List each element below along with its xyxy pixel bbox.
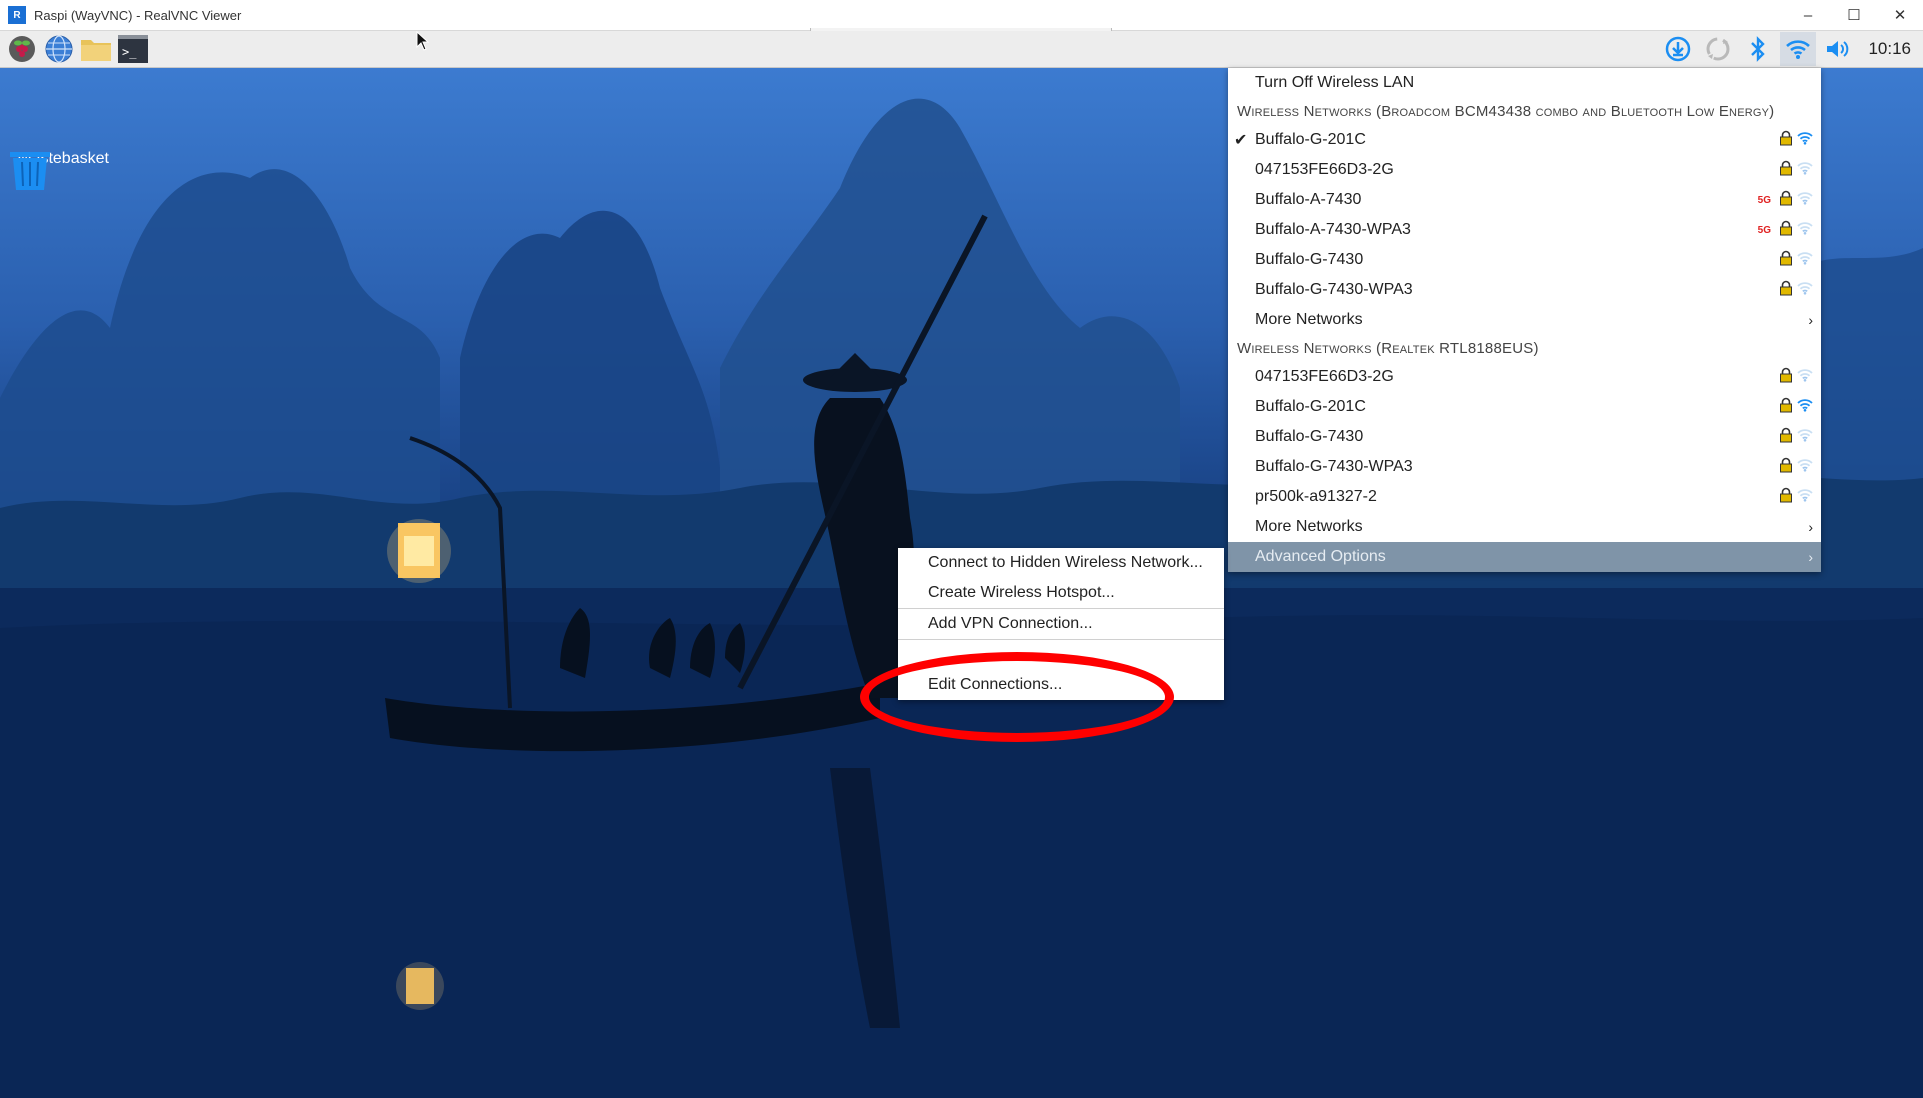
- wifi-icon[interactable]: [1780, 32, 1817, 66]
- chevron-right-icon: ›: [1808, 312, 1813, 328]
- network-ssid: 047153FE66D3-2G: [1255, 161, 1394, 178]
- create-hotspot-item[interactable]: Create Wireless Hotspot...: [898, 578, 1224, 608]
- menu-item-label: Add VPN Connection...: [928, 615, 1093, 632]
- terminal-icon[interactable]: >_: [117, 33, 149, 65]
- raspberry-menu-icon[interactable]: [6, 33, 38, 65]
- network-item[interactable]: Buffalo-G-7430-WPA3: [1228, 452, 1821, 482]
- wifi-signal-icon: [1797, 458, 1813, 477]
- network-item[interactable]: Buffalo-A-7430 5G: [1228, 185, 1821, 215]
- menu-item-label: Turn Off Wireless LAN: [1255, 74, 1415, 91]
- maximize-button[interactable]: ☐: [1831, 0, 1877, 30]
- lock-icon: [1779, 427, 1793, 448]
- menu-item-label: More Networks: [1255, 311, 1363, 328]
- realvnc-app-icon: R: [8, 6, 26, 24]
- network-item[interactable]: pr500k-a91327-2: [1228, 482, 1821, 512]
- wifi-signal-icon: [1797, 221, 1813, 240]
- wifi-signal-icon: [1797, 161, 1813, 180]
- network-ssid: Buffalo-G-201C: [1255, 398, 1366, 415]
- wastebasket-desktop-icon[interactable]: Wastebasket: [8, 150, 118, 190]
- wifi-signal-icon: [1797, 191, 1813, 210]
- band-5g-badge: 5G: [1757, 224, 1771, 236]
- lock-icon: [1779, 190, 1793, 211]
- chevron-right-icon: ›: [1808, 519, 1813, 535]
- turn-off-wireless-item[interactable]: Turn Off Wireless LAN: [1228, 68, 1821, 98]
- network-ssid: 047153FE66D3-2G: [1255, 368, 1394, 385]
- menu-item-label: More Networks: [1255, 518, 1363, 535]
- advanced-options-item[interactable]: Advanced Options ›: [1228, 542, 1821, 572]
- section-header-realtek: Wireless Networks (Realtek RTL8188EUS): [1237, 340, 1539, 357]
- menu-item-label: Create Wireless Hotspot...: [928, 584, 1115, 601]
- wifi-signal-icon: [1797, 488, 1813, 507]
- window-controls: – ☐ ✕: [1785, 0, 1923, 30]
- more-networks-item[interactable]: More Networks ›: [1228, 512, 1821, 542]
- checkmark-icon: ✔: [1234, 132, 1248, 149]
- lock-icon: [1779, 250, 1793, 271]
- section-header-broadcom: Wireless Networks (Broadcom BCM43438 com…: [1237, 103, 1775, 120]
- wifi-signal-icon: [1797, 251, 1813, 270]
- network-ssid: Buffalo-G-7430: [1255, 428, 1364, 445]
- network-ssid: Buffalo-A-7430-WPA3: [1255, 221, 1411, 238]
- wifi-dropdown-menu: Turn Off Wireless LAN Wireless Networks …: [1228, 68, 1821, 572]
- lock-icon: [1779, 220, 1793, 241]
- chevron-right-icon: ›: [1808, 549, 1813, 565]
- network-ssid: pr500k-a91327-2: [1255, 488, 1377, 505]
- add-vpn-item[interactable]: Add VPN Connection...: [898, 609, 1224, 639]
- lock-icon: [1779, 130, 1793, 151]
- updates-icon[interactable]: [1660, 32, 1696, 66]
- lock-icon: [1779, 397, 1793, 418]
- clock[interactable]: 10:16: [1868, 39, 1911, 59]
- network-item[interactable]: Buffalo-G-201C: [1228, 392, 1821, 422]
- band-5g-badge: 5G: [1757, 194, 1771, 206]
- network-item[interactable]: ✔ Buffalo-G-201C: [1228, 125, 1821, 155]
- bluetooth-icon[interactable]: [1740, 32, 1776, 66]
- web-browser-icon[interactable]: [43, 33, 75, 65]
- lock-icon: [1779, 367, 1793, 388]
- network-ssid: Buffalo-G-201C: [1255, 131, 1366, 148]
- network-ssid: Buffalo-G-7430: [1255, 251, 1364, 268]
- trash-icon: [10, 152, 50, 190]
- window-titlebar: R Raspi (WayVNC) - RealVNC Viewer – ☐ ✕: [0, 0, 1923, 31]
- wifi-signal-icon: [1797, 398, 1813, 417]
- connect-hidden-network-item[interactable]: Connect to Hidden Wireless Network...: [898, 548, 1224, 578]
- sync-icon[interactable]: [1700, 32, 1736, 66]
- network-item[interactable]: Buffalo-G-7430: [1228, 245, 1821, 275]
- wifi-signal-icon: [1797, 131, 1813, 150]
- close-button[interactable]: ✕: [1877, 0, 1923, 30]
- red-annotation-circle: [860, 652, 1174, 742]
- minimize-button[interactable]: –: [1785, 0, 1831, 30]
- lock-icon: [1779, 457, 1793, 478]
- wifi-signal-icon: [1797, 428, 1813, 447]
- terminal-prompt-glyph: >_: [122, 45, 137, 59]
- lock-icon: [1779, 160, 1793, 181]
- network-item[interactable]: Buffalo-A-7430-WPA3 5G: [1228, 215, 1821, 245]
- more-networks-item[interactable]: More Networks ›: [1228, 305, 1821, 335]
- wifi-signal-icon: [1797, 368, 1813, 387]
- network-item[interactable]: 047153FE66D3-2G: [1228, 362, 1821, 392]
- network-ssid: Buffalo-G-7430-WPA3: [1255, 458, 1413, 475]
- window-title: Raspi (WayVNC) - RealVNC Viewer: [34, 7, 242, 23]
- network-ssid: Buffalo-A-7430: [1255, 191, 1362, 208]
- lock-icon: [1779, 487, 1793, 508]
- network-item[interactable]: Buffalo-G-7430-WPA3: [1228, 275, 1821, 305]
- menu-item-label: Connect to Hidden Wireless Network...: [928, 554, 1203, 571]
- wifi-signal-icon: [1797, 281, 1813, 300]
- network-item[interactable]: 047153FE66D3-2G: [1228, 155, 1821, 185]
- volume-icon[interactable]: [1820, 32, 1856, 66]
- menu-item-label: Advanced Options: [1255, 548, 1386, 565]
- network-ssid: Buffalo-G-7430-WPA3: [1255, 281, 1413, 298]
- network-item[interactable]: Buffalo-G-7430: [1228, 422, 1821, 452]
- lock-icon: [1779, 280, 1793, 301]
- file-manager-icon[interactable]: [80, 33, 112, 65]
- mouse-cursor-icon: [416, 30, 430, 56]
- taskbar: >_ 10:16: [0, 31, 1923, 68]
